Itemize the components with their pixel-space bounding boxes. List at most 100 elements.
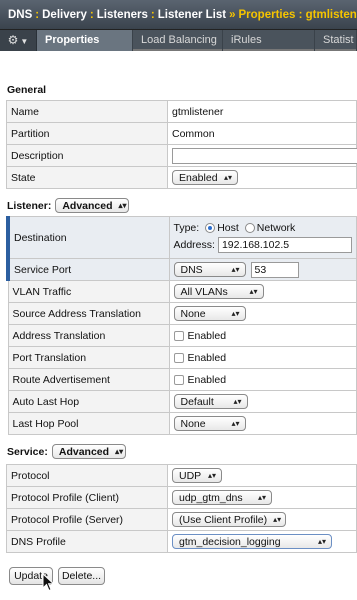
profile-client-select-value: udp_gtm_dns (179, 491, 243, 504)
gear-icon: ⚙ (7, 33, 19, 47)
tab-irules[interactable]: iRules (223, 30, 315, 51)
route-advertisement-row: Route Advertisement Enabled (7, 368, 357, 391)
last-hop-pool-select[interactable]: None ▴▾ (173, 416, 246, 431)
description-row: Description (6, 144, 357, 167)
port-input[interactable]: 53 (250, 261, 299, 278)
snat-select-value: None (180, 307, 206, 320)
select-arrows-icon: ▴▾ (273, 514, 282, 524)
select-arrows-icon: ▴▾ (207, 470, 216, 480)
select-arrows-icon: ▴▾ (223, 172, 232, 182)
profile-client-label: Protocol Profile (Client) (6, 486, 168, 509)
listener-mode-select[interactable]: Advanced ▴▾ (55, 198, 130, 213)
service-port-label: Service Port (6, 258, 170, 281)
auto-last-hop-select[interactable]: Default ▴▾ (173, 394, 248, 409)
state-select-value: Enabled (179, 171, 218, 184)
name-row: Name gtmlistener (6, 100, 357, 123)
snat-select[interactable]: None ▴▾ (173, 306, 246, 321)
auto-last-hop-row: Auto Last Hop Default ▴▾ (7, 390, 357, 413)
protocol-select[interactable]: UDP ▴▾ (172, 468, 222, 483)
listener-section-head: Listener: Advanced ▴▾ (7, 198, 130, 213)
partition-label: Partition (6, 122, 168, 145)
chevron-down-icon: ▼ (20, 37, 29, 46)
vlan-traffic-select[interactable]: All VLANs ▴▾ (173, 284, 264, 299)
dns-profile-cell: gtm_decision_logging ▴▾ (167, 530, 357, 553)
service-mode-value: Advanced (58, 445, 110, 458)
breadcrumb-delivery[interactable]: Delivery (42, 9, 87, 21)
vlan-traffic-label: VLAN Traffic (7, 280, 170, 303)
name-value: gtmlistener (167, 100, 357, 123)
port-translation-label: Port Translation (7, 346, 170, 369)
dns-profile-row: DNS Profile gtm_decision_logging ▴▾ (6, 530, 357, 553)
state-cell: Enabled ▴▾ (167, 166, 357, 189)
select-arrows-icon: ▴▾ (231, 308, 240, 318)
last-hop-pool-cell: None ▴▾ (168, 412, 357, 435)
tab-properties[interactable]: Properties (37, 30, 133, 51)
partition-value: Common (167, 122, 357, 145)
state-select[interactable]: Enabled ▴▾ (172, 170, 238, 185)
vlan-traffic-cell: All VLANs ▴▾ (168, 280, 357, 303)
mouse-pointer-icon (42, 573, 55, 592)
breadcrumb-listeners[interactable]: Listeners (97, 9, 148, 21)
tab-bar: ⚙ ▼ Properties Load Balancing iRules Stat… (0, 30, 357, 51)
destination-label: Destination (6, 216, 170, 259)
service-port-select[interactable]: DNS ▴▾ (173, 262, 246, 277)
network-radio[interactable] (244, 223, 255, 233)
port-translation-value: Enabled (187, 351, 227, 364)
protocol-label: Protocol (6, 464, 168, 487)
address-input[interactable]: 192.168.102.5 (217, 237, 352, 253)
dns-profile-label: DNS Profile (6, 530, 168, 553)
breadcrumb-listener-list[interactable]: Listener List (158, 9, 226, 21)
service-section-head: Service: Advanced ▴▾ (7, 444, 126, 459)
snat-row: Source Address Translation None ▴▾ (7, 302, 357, 325)
general-section-title: General (7, 84, 47, 96)
header-bar: DNS: Delivery: Listeners: Listener List» Pro… (0, 0, 357, 30)
select-arrows-icon: ▴▾ (257, 492, 266, 502)
snat-label: Source Address Translation (7, 302, 170, 325)
service-port-controls: DNS ▴▾ 53 (173, 261, 353, 278)
breadcrumb-sep-current: » (229, 9, 236, 21)
name-label: Name (6, 100, 168, 123)
select-arrows-icon: ▴▾ (231, 264, 240, 274)
port-translation-cell: Enabled (168, 346, 357, 369)
dns-profile-select[interactable]: gtm_decision_logging ▴▾ (172, 534, 332, 549)
description-label: Description (6, 144, 168, 167)
vlan-traffic-select-value: All VLANs (180, 285, 228, 298)
host-radio[interactable] (205, 223, 216, 233)
route-advertisement-checkbox[interactable] (173, 374, 184, 385)
route-advertisement-value: Enabled (187, 373, 227, 386)
service-port-cell: DNS ▴▾ 53 (168, 258, 357, 281)
profile-server-label: Protocol Profile (Server) (6, 508, 168, 531)
last-hop-pool-row: Last Hop Pool None ▴▾ (7, 412, 357, 435)
profile-client-cell: udp_gtm_dns ▴▾ (167, 486, 357, 509)
state-label: State (6, 166, 168, 189)
profile-server-row: Protocol Profile (Server) (Use Client Pr… (6, 508, 357, 531)
route-advertisement-cell: Enabled (168, 368, 357, 391)
description-input[interactable] (172, 147, 357, 164)
service-mode-select[interactable]: Advanced ▴▾ (51, 444, 126, 459)
select-arrows-icon: ▴▾ (231, 418, 240, 428)
select-arrows-icon: ▴▾ (118, 200, 127, 210)
breadcrumb-dns[interactable]: DNS (8, 9, 32, 21)
profile-server-select[interactable]: (Use Client Profile) ▴▾ (172, 512, 286, 527)
auto-last-hop-label: Auto Last Hop (7, 390, 170, 413)
tab-statistics[interactable]: Statist (315, 30, 357, 51)
settings-menu-button[interactable]: ⚙ ▼ (0, 30, 37, 51)
tab-load-balancing[interactable]: Load Balancing (133, 30, 223, 51)
breadcrumb-sep: : (89, 9, 94, 21)
delete-button[interactable]: Delete... (58, 567, 105, 585)
address-translation-checkbox[interactable] (173, 330, 184, 341)
listener-table: Destination Type: Host Network Address: … (6, 216, 357, 435)
dns-profile-select-value: gtm_decision_logging (179, 535, 281, 548)
listener-mode-value: Advanced (62, 199, 113, 212)
route-advertisement-label: Route Advertisement (7, 368, 170, 391)
address-translation-value: Enabled (187, 329, 227, 342)
protocol-row: Protocol UDP ▴▾ (6, 464, 357, 487)
port-translation-checkbox[interactable] (173, 352, 184, 363)
address-translation-cell: Enabled (168, 324, 357, 347)
breadcrumb-sep: : (35, 9, 40, 21)
type-label: Type: (173, 222, 200, 234)
breadcrumb-sep: : (150, 9, 155, 21)
general-table: Name gtmlistener Partition Common Descri… (6, 100, 357, 189)
port-translation-row: Port Translation Enabled (7, 346, 357, 369)
profile-client-select[interactable]: udp_gtm_dns ▴▾ (172, 490, 272, 505)
